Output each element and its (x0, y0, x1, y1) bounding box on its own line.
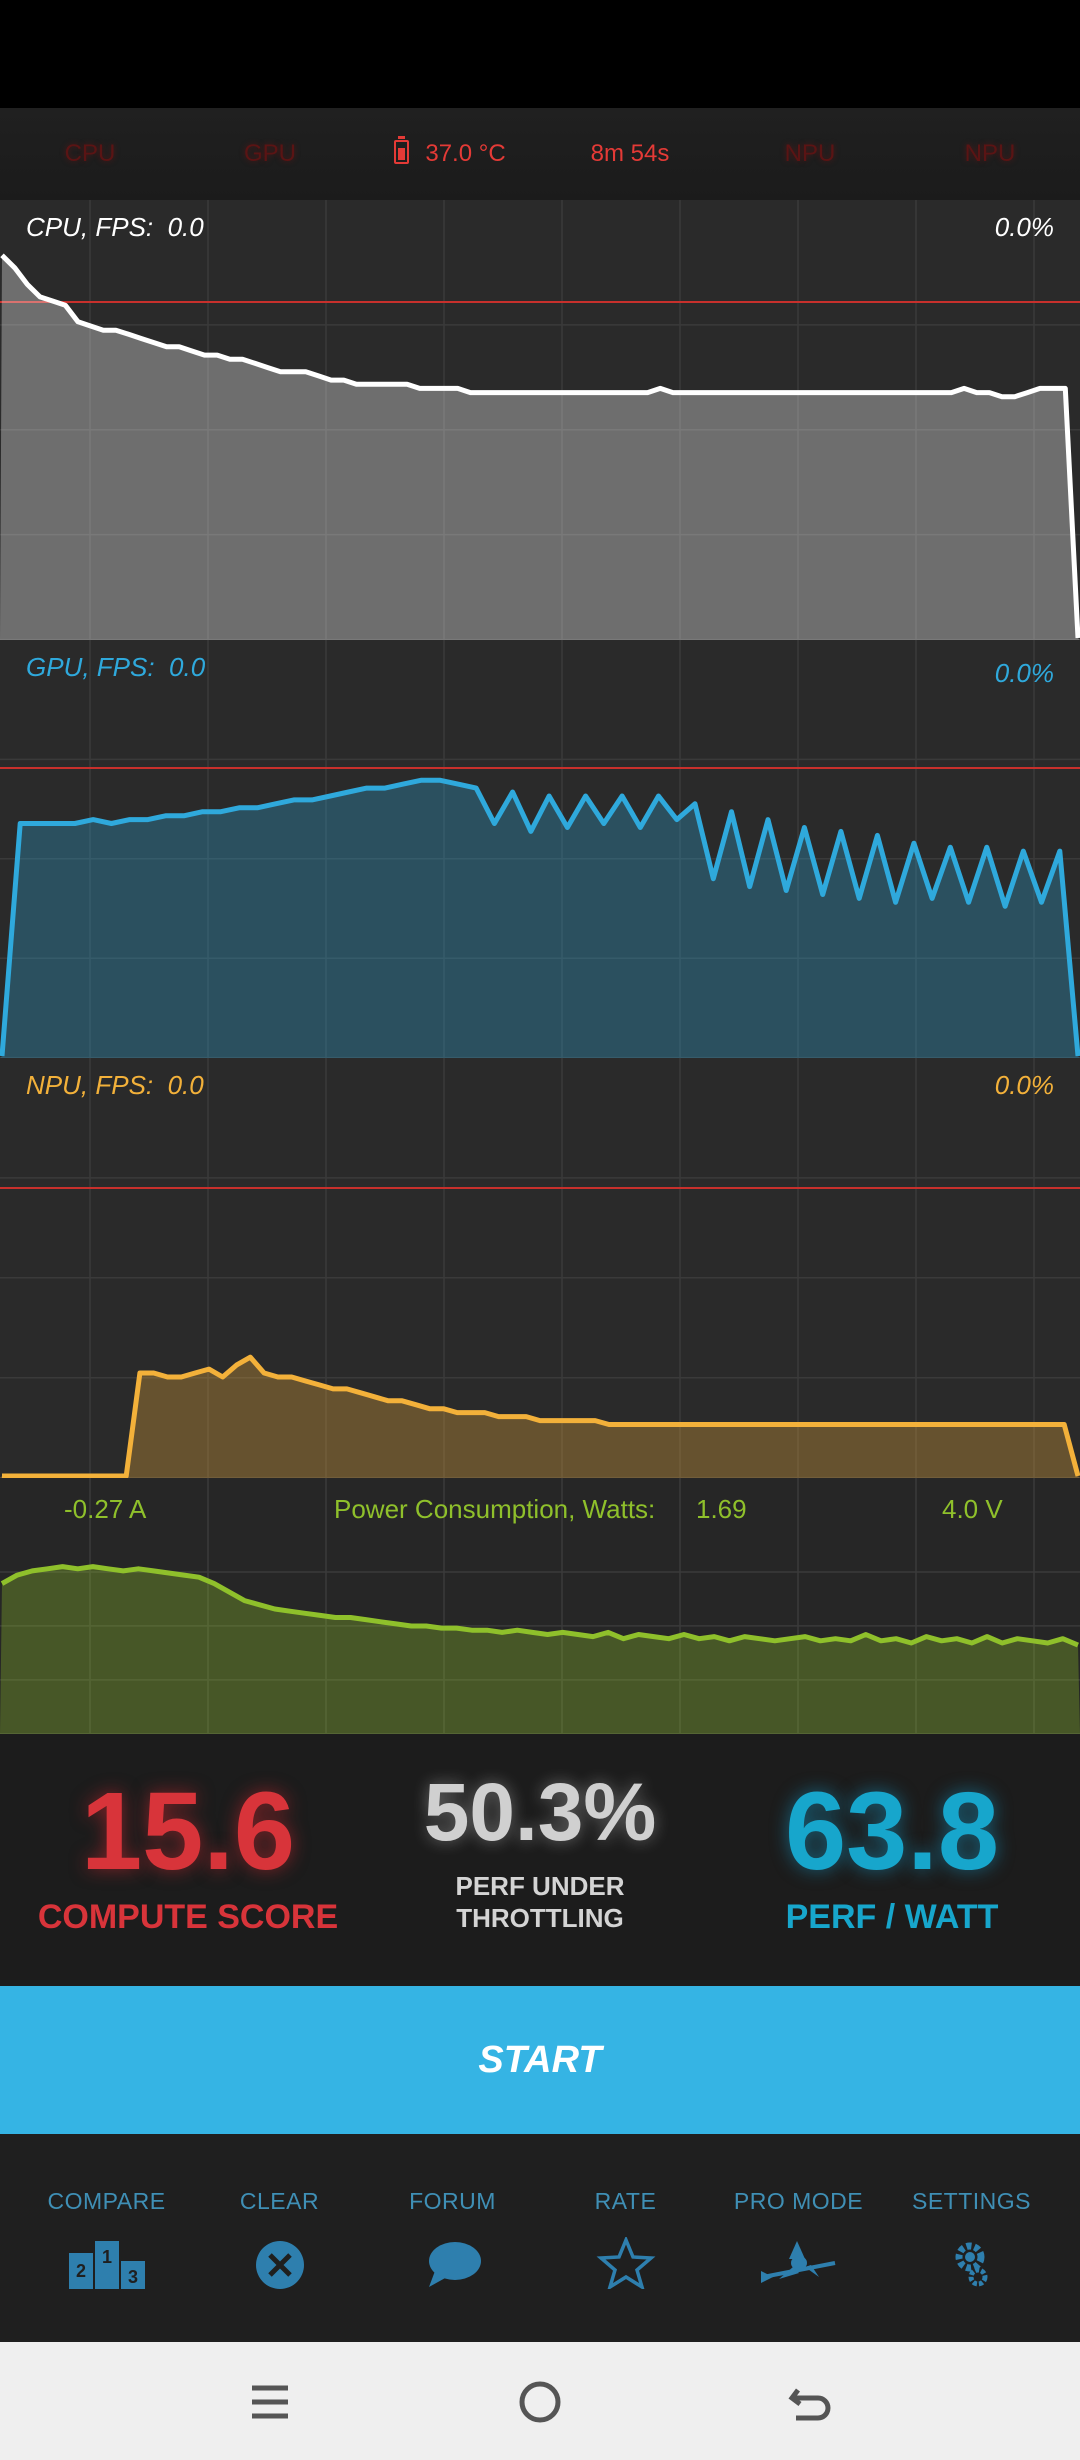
nav-pro-mode[interactable]: PRO MODE (712, 2134, 885, 2342)
cpu-chart-panel: CPU, FPS: 0.0 0.0% (0, 200, 1080, 640)
cpu-indicator: CPU (64, 140, 116, 167)
compute-score-label: COMPUTE SCORE (37, 1898, 339, 1936)
score-area: 15.6 COMPUTE SCORE 50.3% PERF UNDER THRO… (0, 1734, 1080, 1986)
gpu-percent: 0.0% (994, 658, 1054, 688)
cpu-load-chart (0, 200, 1080, 640)
power-title: Power Consumption, Watts: (334, 1494, 656, 1524)
forum-label: FORUM (409, 2188, 496, 2214)
podium-second-number: 2 (75, 2261, 85, 2281)
nav-clear[interactable]: CLEAR (193, 2134, 366, 2342)
star-icon (596, 2235, 656, 2291)
gpu-fps-label: GPU, FPS: 0.0 (26, 652, 206, 682)
cpu-percent: 0.0% (994, 212, 1054, 242)
current-readout: -0.27 A (64, 1494, 147, 1524)
chat-bubble-icon (423, 2237, 483, 2289)
clear-label: CLEAR (239, 2188, 320, 2214)
perf-watt-label: PERF / WATT (785, 1898, 999, 1936)
back-icon[interactable] (780, 2372, 840, 2432)
series-area (0, 255, 1080, 640)
series-area (0, 1566, 1080, 1734)
nav-compare[interactable]: COMPARE 2 1 3 (20, 2134, 193, 2342)
gpu-load-chart (0, 640, 1080, 1058)
series-area (0, 780, 1080, 1058)
cpu-fps-label: CPU, FPS: 0.0 (26, 212, 204, 242)
battery-icon (394, 136, 410, 164)
status-bar (0, 0, 1080, 108)
perf-watt-value: 63.8 (784, 1770, 1000, 1893)
temperature-value: 37.0 °C (425, 140, 506, 167)
throttling-value: 50.3% (423, 1767, 657, 1858)
compute-score-block: 15.6 COMPUTE SCORE (8, 1734, 368, 1986)
clear-icon (250, 2237, 310, 2289)
gpu-indicator: GPU (243, 140, 296, 167)
bottom-nav: COMPARE 2 1 3 CLEAR FORUM RATE PRO MODE … (0, 2134, 1080, 2342)
podium-third-number: 3 (127, 2267, 137, 2287)
witch-icon (760, 2237, 835, 2289)
temperature-indicator: 37.0 °C (360, 108, 540, 200)
podium-icon: 2 1 3 (68, 2237, 145, 2289)
throttling-label-line-2: THROTTLING (456, 1903, 624, 1933)
npu-chart-panel: NPU, FPS: 0.0 0.0% (0, 1058, 1080, 1478)
pro-mode-label: PRO MODE (733, 2188, 864, 2214)
home-icon[interactable] (510, 2372, 570, 2432)
npu-indicator-2: NPU (964, 140, 1016, 167)
gear-icon (942, 2237, 1002, 2289)
elapsed-time: 8m 54s (590, 140, 670, 167)
compare-label: COMPARE (47, 2188, 166, 2214)
npu-indicator-1: NPU (784, 140, 836, 167)
voltage-readout: 4.0 V (942, 1494, 1003, 1524)
throttling-block: 50.3% PERF UNDER THROTTLING (360, 1734, 720, 1986)
settings-label: SETTINGS (911, 2188, 1031, 2214)
npu-fps-label: NPU, FPS: 0.0 (26, 1070, 204, 1100)
rate-label: RATE (594, 2188, 657, 2214)
power-chart-panel: -0.27 A Power Consumption, Watts: 1.69 4… (0, 1478, 1080, 1734)
npu-percent: 0.0% (994, 1070, 1054, 1100)
nav-settings[interactable]: SETTINGS (885, 2134, 1058, 2342)
compute-score-value: 15.6 (80, 1770, 296, 1893)
throttling-label-line-1: PERF UNDER (455, 1871, 625, 1901)
start-button[interactable]: START (0, 1986, 1080, 2134)
top-indicator-strip: CPU GPU 37.0 °C 8m 54s NPU NPU (0, 108, 1080, 200)
system-navigation-bar (0, 2342, 1080, 2460)
nav-rate[interactable]: RATE (539, 2134, 712, 2342)
npu-load-chart (0, 1058, 1080, 1478)
watts-readout: 1.69 (696, 1494, 747, 1524)
nav-forum[interactable]: FORUM (366, 2134, 539, 2342)
throttling-label: PERF UNDER THROTTLING (360, 1870, 720, 1934)
podium-first-number: 1 (101, 2247, 111, 2267)
menu-icon[interactable] (240, 2372, 300, 2432)
gpu-chart-panel: GPU, FPS: 0.0 0.0% (0, 640, 1080, 1058)
perf-watt-block: 63.8 PERF / WATT (712, 1734, 1072, 1986)
